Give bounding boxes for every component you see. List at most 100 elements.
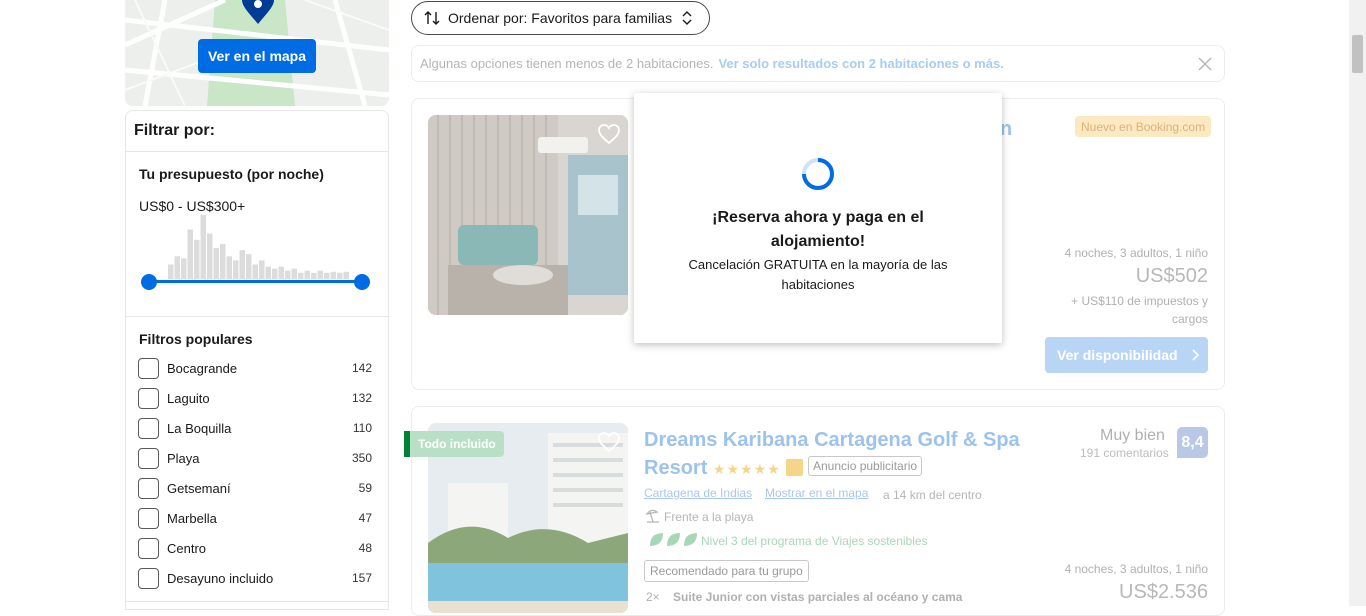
histogram-bar [272,268,278,279]
filter-count: 350 [351,451,372,465]
filter-count: 59 [358,481,372,495]
review-count: 191 comentarios [1080,446,1169,460]
budget-slider-min-handle[interactable] [141,274,157,290]
histogram-bar [200,215,206,279]
filter-label: Playa [167,450,200,466]
histogram-bar [252,264,258,279]
histogram-bar [168,264,174,279]
all-inclusive-badge: Todo incluido [404,431,504,457]
filter-label: Laguito [167,390,210,406]
checkbox[interactable] [138,357,159,379]
sort-arrows-icon [424,11,440,25]
new-badge: Nuevo en Booking.com [1075,116,1212,137]
filter-label: La Boquilla [167,420,232,436]
filter-label: Bocagrande [167,360,238,376]
histogram-bar [174,256,180,279]
checkbox[interactable] [138,447,159,469]
price: US$502 [1135,265,1208,287]
checkbox[interactable] [138,507,159,529]
rating-word: Muy bien [1100,427,1165,444]
filter-count: 48 [358,541,372,555]
histogram-bar [278,266,284,279]
budget-slider-track[interactable] [148,280,362,283]
histogram-bar [317,270,323,279]
rooms-notice: Algunas opciones tienen menos de 2 habit… [411,45,1225,82]
histogram-bar [337,272,343,279]
room-quantity: 2× [646,590,660,604]
heart-icon[interactable] [597,122,621,146]
thumbs-up-icon [786,459,804,476]
histogram-bar [330,271,336,279]
histogram-bar [285,270,291,279]
beach-icon [645,509,659,523]
filter-count: 157 [351,571,372,585]
histogram-bar [207,233,213,279]
popular-filters-title: Filtros populares [139,331,253,347]
divider [126,601,388,602]
divider [126,151,388,152]
filter-label: Desayuno incluido [167,570,274,586]
recommended-badge: Recomendado para tu grupo [644,560,809,582]
filter-option[interactable]: Bocagrande 142 [138,357,372,379]
filters-title: Filtrar por: [134,122,215,139]
checkbox[interactable] [138,567,159,589]
filter-option[interactable]: Getsemaní 59 [138,477,372,499]
filter-count: 110 [352,421,372,435]
histogram-bar [291,268,297,279]
filter-option[interactable]: Marbella 47 [138,507,372,529]
taxes-info: + US$110 de impuestos y cargos [1071,294,1208,326]
checkbox[interactable] [138,387,159,409]
histogram-bar [220,243,226,279]
filter-option[interactable]: Desayuno incluido 157 [138,567,372,589]
checkbox[interactable] [138,417,159,439]
filter-count: 132 [351,391,372,405]
sort-label: Ordenar por: Favoritos para familias [448,10,673,26]
sort-dropdown[interactable]: Ordenar por: Favoritos para familias [411,1,710,35]
popup-subtitle: Cancelación GRATUITA en la mayoría de la… [688,257,948,292]
scrollbar-thumb[interactable] [1352,35,1363,73]
stay-info: 4 noches, 3 adultos, 1 niño [1064,562,1208,576]
availability-button[interactable]: Ver disponibilidad [1045,337,1208,373]
filter-option[interactable]: Laguito 132 [138,387,372,409]
histogram-bar [298,272,304,279]
histogram-bar [304,270,310,279]
budget-range: US$0 - US$300+ [139,198,246,214]
filter-option[interactable]: La Boquilla 110 [138,417,372,439]
ad-label: Anuncio publicitario [808,456,923,476]
room-type: Suite Junior con vistas parciales al océ… [673,590,963,604]
budget-slider-max-handle[interactable] [354,274,370,290]
close-icon[interactable] [1198,57,1212,71]
notice-text: Algunas opciones tienen menos de 2 habit… [420,56,714,71]
price: US$2.536 [1119,581,1208,603]
chevron-updown-icon [682,11,692,25]
budget-title: Tu presupuesto (por noche) [139,166,324,182]
location-link[interactable]: Cartagena de Indias [644,486,752,500]
review-score: 8,4 [1177,427,1208,458]
page-scrollbar[interactable] [1349,0,1366,606]
filter-count: 47 [358,511,372,525]
sustainability-label: Nivel 3 del programa de Viajes sostenibl… [701,534,928,548]
histogram-bar [311,272,317,279]
filter-label: Centro [167,540,207,556]
availability-label: Ver disponibilidad [1057,347,1178,363]
histogram-bar [239,250,245,279]
sustainability-leaves-icon [650,533,697,546]
loading-spinner-icon [802,158,834,190]
filter-count: 142 [351,361,372,375]
histogram-bar [259,260,265,279]
notice-link[interactable]: Ver solo resultados con 2 habitaciones o… [718,56,1003,71]
histogram-bar [194,239,200,279]
histogram-bar [181,258,187,279]
histogram-bar [187,229,193,279]
checkbox[interactable] [138,477,159,499]
histogram-bar [265,266,271,279]
filter-option[interactable]: Playa 350 [138,447,372,469]
show-on-map-link[interactable]: Mostrar en el mapa [765,486,868,500]
checkbox[interactable] [138,537,159,559]
filter-option[interactable]: Centro 48 [138,537,372,559]
histogram-bar [343,271,349,279]
show-on-map-button[interactable]: Ver en el mapa [198,39,316,73]
histogram-bar [246,254,252,279]
map-pin-icon [242,0,274,24]
heart-icon[interactable] [597,430,621,454]
